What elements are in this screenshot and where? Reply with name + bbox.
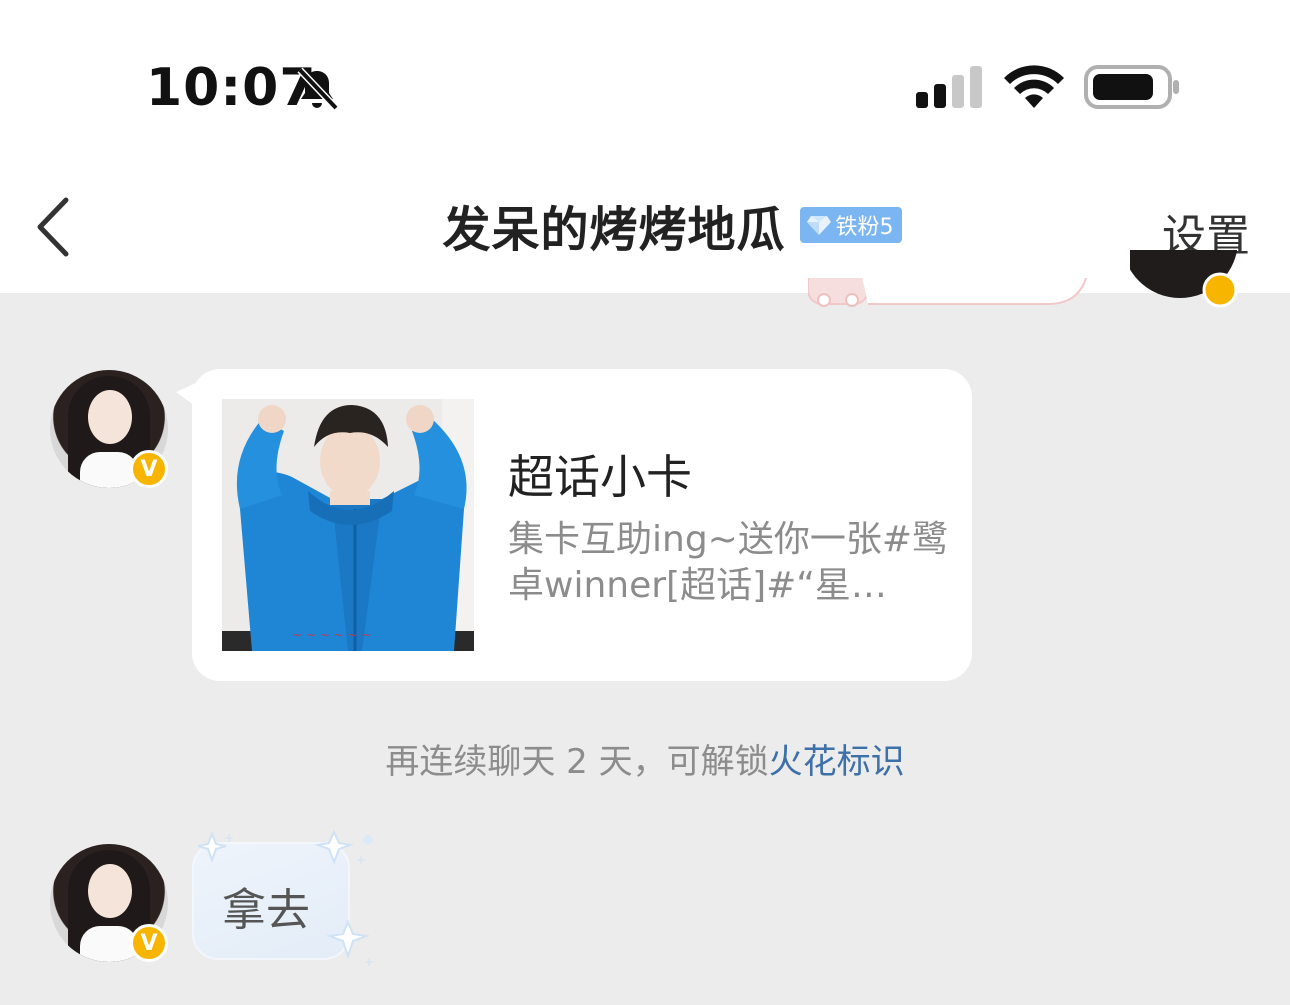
chat-screen: 10:07 发呆的烤烤地瓜 铁粉5 设置 V ~ ~ ~ ~ ~ ~ 超话小卡 … [0,0,1290,1005]
streak-notice-text: 再连续聊天 2 天，可解锁 [385,742,769,782]
verified-badge: V [130,450,168,488]
text-message-content: 拿去 [222,885,310,936]
verified-badge: V [130,924,168,962]
page-title: 发呆的烤烤地瓜 [442,202,786,258]
fan-level-badge: 铁粉5 [799,207,902,243]
card-thumbnail-image: ~ ~ ~ ~ ~ ~ [222,399,474,651]
svg-text:+: + [224,831,234,845]
sparkle-icon: + [314,829,373,867]
super-topic-card-message[interactable]: ~ ~ ~ ~ ~ ~ 超话小卡 集卡互助ing~送你一张#鹭卓winner[超… [192,369,972,681]
spark-badge-link[interactable]: 火花标识 [769,742,905,782]
streak-notice: 再连续聊天 2 天，可解锁火花标识 [0,734,1290,783]
sparkle-icon: + [197,831,234,863]
previous-avatar-fragment [1130,250,1238,308]
card-description: 集卡互助ing~送你一张#鹭卓winner[超话]#“星… [508,519,948,606]
svg-text:~ ~ ~ ~ ~ ~: ~ ~ ~ ~ ~ ~ [292,628,371,642]
status-time: 10:07 [146,58,317,118]
sender-avatar[interactable]: V [50,370,168,488]
wifi-icon [1004,65,1064,108]
top-bar: 10:07 发呆的烤烤地瓜 铁粉5 设置 [0,0,1290,293]
previous-message-fragment [808,278,1088,307]
fan-badge-label: 铁粉5 [835,215,894,240]
svg-text:+: + [364,955,374,968]
cellular-signal-icon [916,66,982,108]
sparkle-icon: + [326,919,374,968]
svg-text:+: + [356,853,366,867]
card-title: 超话小卡 [508,450,692,504]
battery-icon [1084,65,1179,109]
diamond-icon [806,216,831,235]
title-row: 发呆的烤烤地瓜 铁粉5 [0,190,1290,260]
bell-muted-icon [297,67,339,111]
sender-avatar[interactable]: V [50,844,168,962]
